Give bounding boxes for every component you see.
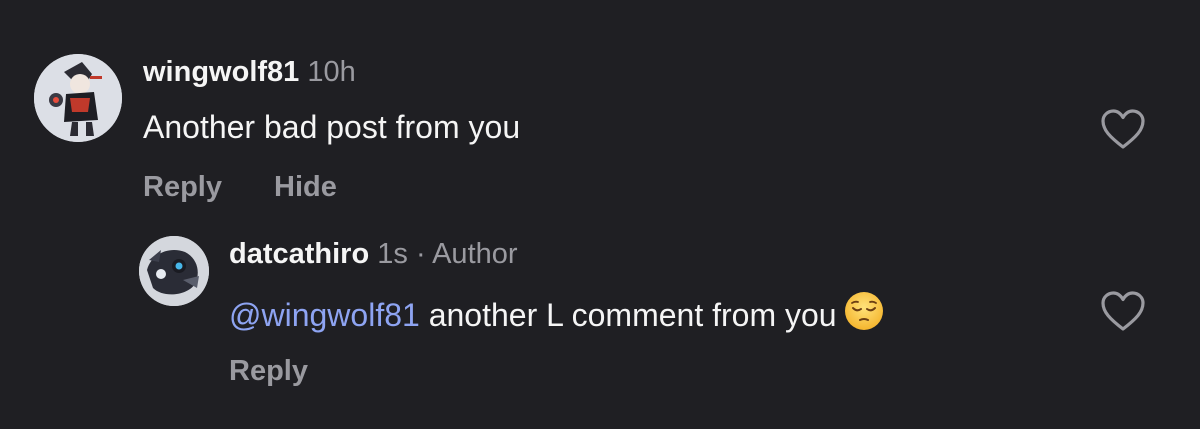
username[interactable]: wingwolf81 [143,56,299,88]
reply-header: datcathiro 1s · Author [229,238,518,271]
username[interactable]: datcathiro [229,238,369,270]
hide-button[interactable]: Hide [274,171,337,203]
timestamp: 10h [307,56,356,88]
pensive-face-emoji [843,290,885,332]
like-heart-icon[interactable] [1100,290,1146,332]
reply-button[interactable]: Reply [229,355,308,387]
reply-text: @wingwolf81 another L comment from you [229,290,885,334]
like-heart-icon[interactable] [1100,108,1146,150]
avatar[interactable] [139,236,209,306]
mention-link[interactable]: @wingwolf81 [229,297,420,333]
reply-actions: Reply [229,355,308,388]
comment-actions: Reply Hide [143,171,337,204]
comment-text: Another bad post from you [143,109,521,145]
avatar-image [139,236,209,306]
avatar[interactable] [34,54,122,142]
reply-body: another L comment from you [428,297,837,333]
avatar-image [34,54,122,142]
reply-button[interactable]: Reply [143,171,222,203]
timestamp: 1s [377,238,408,270]
author-badge: Author [432,238,518,270]
separator-dot: · [415,238,426,270]
comment-header: wingwolf81 10h [143,56,356,89]
